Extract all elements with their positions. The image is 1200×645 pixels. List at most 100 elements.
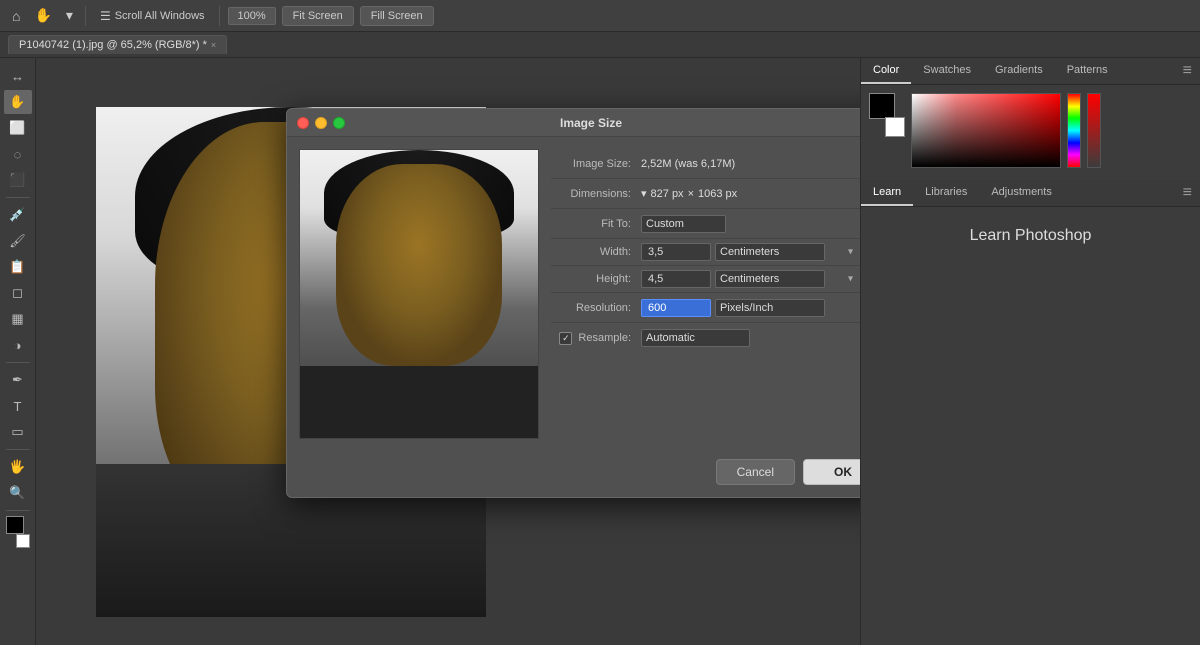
hand-tool[interactable]: ✋ [4, 90, 32, 114]
image-size-row: Image Size: 2,52M (was 6,17M) ⚙ [551, 149, 860, 179]
color-panel [861, 85, 1200, 176]
shape-tool[interactable]: ▭ [4, 420, 32, 444]
height-unit-wrap: Centimeters Pixels Inches [715, 270, 857, 288]
tool-separator [6, 197, 30, 198]
main-area: ↔ ✋ ⬜ ◌ ⬛ 💉 🖌 📋 ◻ ▦ ◑ ✒ T ▭ 🖐 🔍 [0, 58, 1200, 645]
tab-learn[interactable]: Learn [861, 180, 913, 206]
foreground-color[interactable] [6, 516, 24, 534]
tab-gradients[interactable]: Gradients [983, 58, 1055, 84]
tab-row: P1040742 (1).jpg @ 65,2% (RGB/8*) * × [0, 32, 1200, 58]
width-unit-select[interactable]: Centimeters Pixels Inches [715, 243, 825, 261]
scroll-all-button[interactable]: ☰ Scroll All Windows [94, 7, 211, 25]
document-tab[interactable]: P1040742 (1).jpg @ 65,2% (RGB/8*) * × [8, 35, 227, 54]
crop-tool[interactable]: ⬛ [4, 168, 32, 192]
move-tool[interactable]: ↔ [4, 64, 32, 88]
width-row: Width: Centimeters Pixels Inches [551, 239, 860, 266]
alpha-slider[interactable] [1087, 93, 1101, 168]
learn-panel-collapse-icon[interactable]: ≡ [1175, 180, 1200, 206]
height-input[interactable] [641, 270, 711, 288]
tool-separator-4 [6, 510, 30, 511]
pen-tool[interactable]: ✒ [4, 368, 32, 392]
zoom-tool[interactable]: 🔍 [4, 481, 32, 505]
toolbar-separator-2 [219, 6, 220, 26]
resample-select[interactable]: Automatic Preserve Details Bicubic Smoot… [641, 329, 750, 347]
stamp-tool[interactable]: 📋 [4, 255, 32, 279]
gradient-tool[interactable]: ▦ [4, 307, 32, 331]
learn-panel-tabs: Learn Libraries Adjustments ≡ [861, 180, 1200, 207]
height-unit-select[interactable]: Centimeters Pixels Inches [715, 270, 825, 288]
foreground-swatch[interactable] [869, 93, 895, 119]
tab-adjustments[interactable]: Adjustments [979, 180, 1064, 206]
width-input[interactable] [641, 243, 711, 261]
tab-close-icon[interactable]: × [211, 40, 216, 50]
dialog-controls: Image Size: 2,52M (was 6,17M) ⚙ Dimensio… [551, 149, 860, 439]
tool-arrow-icon[interactable]: ▾ [62, 5, 77, 26]
resolution-row: Resolution: Pixels/Inch Pixels/Cm [551, 293, 860, 323]
preview-image [300, 150, 538, 438]
learn-title: Learn Photoshop [871, 217, 1190, 255]
panel-collapse-icon[interactable]: ≡ [1175, 58, 1200, 84]
text-tool[interactable]: T [4, 394, 32, 418]
marquee-tool[interactable]: ⬜ [4, 116, 32, 140]
color-swatch-area [2, 516, 34, 548]
color-picker-gradient[interactable] [911, 93, 1061, 168]
eyedropper-tool[interactable]: 💉 [4, 203, 32, 227]
ok-button[interactable]: OK [803, 459, 860, 485]
fit-to-label: Fit To: [551, 218, 641, 230]
height-controls: Centimeters Pixels Inches [641, 270, 860, 288]
background-swatch[interactable] [885, 117, 905, 137]
dimensions-label: Dimensions: [551, 188, 641, 200]
tool-separator-2 [6, 362, 30, 363]
cancel-button[interactable]: Cancel [716, 459, 795, 485]
fit-to-select-wrap: Custom Original Size A4 Letter [641, 215, 860, 233]
image-size-label: Image Size: [551, 158, 641, 170]
background-color[interactable] [16, 534, 30, 548]
tab-libraries[interactable]: Libraries [913, 180, 979, 206]
document-tab-label: P1040742 (1).jpg @ 65,2% (RGB/8*) * [19, 39, 207, 51]
fit-screen-button[interactable]: Fit Screen [282, 6, 354, 26]
panel-tabs: Color Swatches Gradients Patterns ≡ [861, 58, 1200, 85]
eraser-tool[interactable]: ◻ [4, 281, 32, 305]
width-controls: Centimeters Pixels Inches [641, 243, 860, 261]
dimensions-row: Dimensions: ▾ 827 px × 1063 px [551, 179, 860, 209]
lasso-tool[interactable]: ◌ [4, 142, 32, 166]
right-panel: Color Swatches Gradients Patterns ≡ [860, 58, 1200, 645]
zoom-input[interactable] [228, 7, 276, 25]
dialog-footer: Cancel OK [287, 451, 860, 497]
hand-tool-2[interactable]: 🖐 [4, 455, 32, 479]
tab-swatches[interactable]: Swatches [911, 58, 983, 84]
hue-slider[interactable] [1067, 93, 1081, 168]
resample-label: Resample: [578, 332, 631, 344]
resample-checkbox[interactable] [559, 332, 572, 345]
image-size-dialog: Image Size [286, 108, 860, 498]
dialog-window: Image Size [286, 108, 860, 498]
close-button[interactable] [297, 117, 309, 129]
dark-overlay-2 [912, 94, 1060, 167]
hand-tool-icon[interactable]: ✋ [30, 5, 55, 26]
width-unit-wrap: Centimeters Pixels Inches [715, 243, 857, 261]
dimensions-x: × [688, 188, 694, 200]
tab-color[interactable]: Color [861, 58, 911, 84]
resolution-input[interactable] [641, 299, 711, 317]
height-row: Height: Centimeters Pixels Inches [551, 266, 860, 293]
resolution-unit-select[interactable]: Pixels/Inch Pixels/Cm [715, 299, 825, 317]
fit-to-select[interactable]: Custom Original Size A4 Letter [641, 215, 726, 233]
dodge-tool[interactable]: ◑ [4, 333, 32, 357]
dialog-titlebar: Image Size [287, 109, 860, 137]
preview-face [336, 164, 503, 366]
brush-tool[interactable]: 🖌 [4, 229, 32, 253]
home-icon[interactable]: ⌂ [8, 6, 24, 26]
fill-screen-button[interactable]: Fill Screen [360, 6, 434, 26]
resample-label-wrap: Resample: [551, 332, 641, 345]
dimensions-dropdown-icon[interactable]: ▾ [641, 187, 647, 200]
fit-to-row: Fit To: Custom Original Size A4 Letter [551, 209, 860, 239]
size-controls-group: Width: Centimeters Pixels Inches [551, 239, 860, 293]
learn-panel: Learn Photoshop [861, 207, 1200, 645]
maximize-button[interactable] [333, 117, 345, 129]
resample-select-wrap: Automatic Preserve Details Bicubic Smoot… [641, 329, 860, 347]
minimize-button[interactable] [315, 117, 327, 129]
tab-patterns[interactable]: Patterns [1055, 58, 1120, 84]
height-label: Height: [551, 273, 641, 285]
tool-separator-3 [6, 449, 30, 450]
resolution-unit-wrap: Pixels/Inch Pixels/Cm [715, 299, 860, 317]
